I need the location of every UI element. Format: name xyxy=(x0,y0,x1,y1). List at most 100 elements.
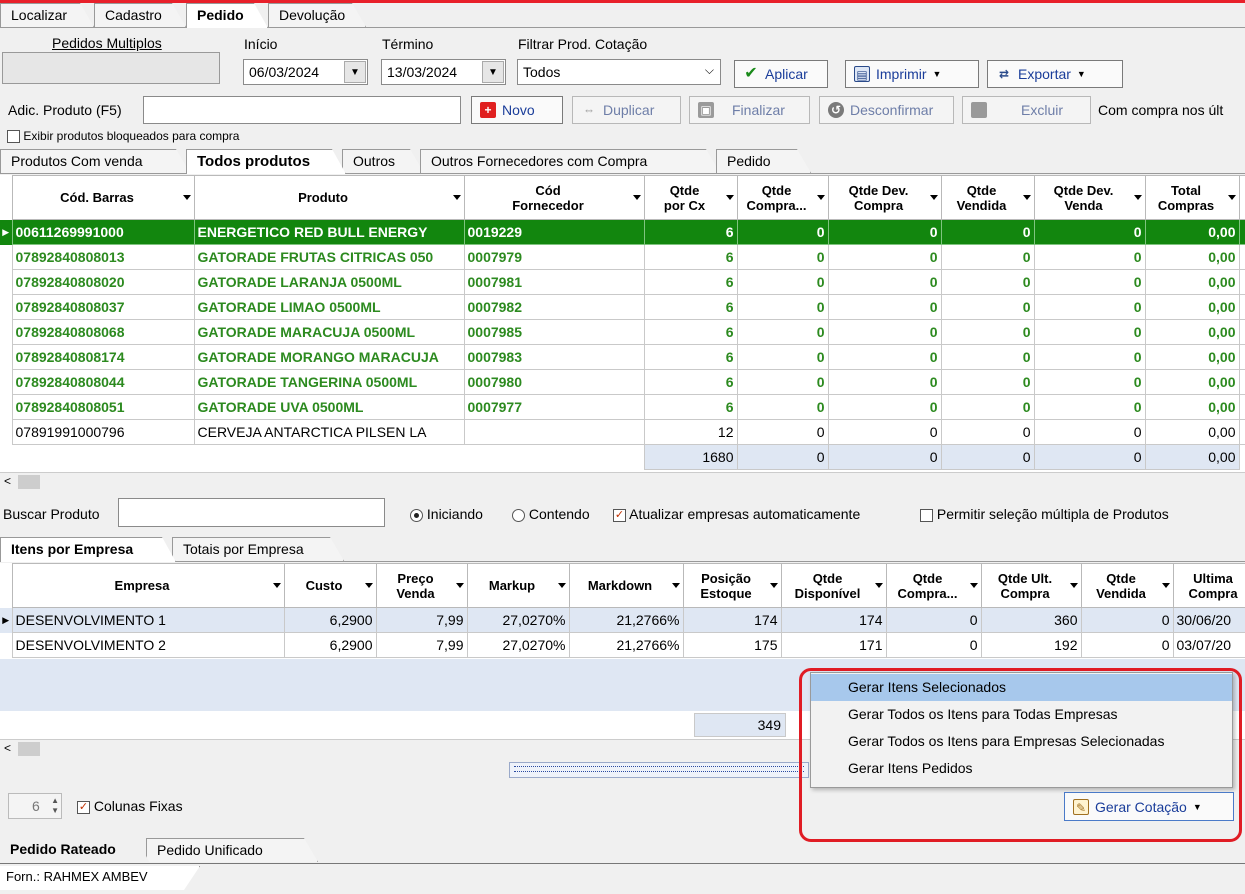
col-qtde-dev-venda[interactable]: Qtde Dev. Venda xyxy=(1033,175,1146,220)
col-qtde-compra[interactable]: Qtde Compra... xyxy=(736,175,829,220)
cell-qty-dev-sale[interactable]: 0 xyxy=(1033,369,1146,395)
cell-supplier-code[interactable]: 0007982 xyxy=(463,294,645,320)
col-produto[interactable]: Produto xyxy=(193,175,465,220)
cell-last-qty[interactable]: 360 xyxy=(980,607,1082,633)
table-row[interactable]: 07892840808068 GATORADE MARACUJA 0500ML 00… xyxy=(0,319,1245,345)
cell-last-buy[interactable]: 03/07/20 xyxy=(1172,632,1245,658)
sort-arrow-icon[interactable] xyxy=(452,194,461,200)
tab-pedido-rateado[interactable]: Pedido Rateado xyxy=(0,838,150,863)
tab-totais-por-empresa[interactable]: Totais por Empresa xyxy=(172,537,344,561)
sort-arrow-icon[interactable] xyxy=(272,582,281,588)
cell-qty-dev-sale[interactable]: 0 xyxy=(1033,219,1146,245)
scroll-left-icon[interactable]: < xyxy=(4,474,11,488)
cell-total[interactable]: 0,00 xyxy=(1144,219,1240,245)
sort-arrow-icon[interactable] xyxy=(364,582,373,588)
cell-price[interactable]: 7,99 xyxy=(375,632,468,658)
cell-qty-buy[interactable]: 0 xyxy=(736,394,829,420)
cell-qty-sold[interactable]: 0 xyxy=(940,269,1035,295)
cell-qty-sold[interactable]: 0 xyxy=(940,219,1035,245)
chevron-down-icon[interactable]: ▼ xyxy=(482,61,504,83)
cell-qty-sold[interactable]: 0 xyxy=(940,244,1035,270)
table-row[interactable]: DESENVOLVIMENTO 2 6,2900 7,99 27,0270% 21,27… xyxy=(0,632,1245,658)
cell-qty-dev-buy[interactable]: 0 xyxy=(827,369,942,395)
col-qtde-disponivel[interactable]: Qtde Disponível xyxy=(780,563,887,608)
cell-qty-buy[interactable]: 0 xyxy=(736,244,829,270)
col-markup[interactable]: Markup xyxy=(466,563,570,608)
cell-qty-dev-buy[interactable]: 0 xyxy=(827,294,942,320)
tab-outros[interactable]: Outros xyxy=(342,149,424,173)
cell-supplier-code[interactable]: 0007981 xyxy=(463,269,645,295)
cell-supplier-code[interactable]: 0007983 xyxy=(463,344,645,370)
contendo-radio[interactable] xyxy=(512,508,525,522)
cell-barcode[interactable]: 07892840808044 xyxy=(11,369,195,395)
cell-stock[interactable]: 174 xyxy=(682,607,782,633)
table-row[interactable]: 07892840808044 GATORADE TANGERINA 0500ML 0… xyxy=(0,369,1245,395)
colunas-fixas-option[interactable]: ✓ Colunas Fixas xyxy=(77,798,183,814)
scroll-thumb[interactable] xyxy=(18,475,40,489)
colunas-fixas-checkbox[interactable]: ✓ xyxy=(77,800,90,814)
table-row[interactable]: 07892840808020 GATORADE LARANJA 0500ML 000… xyxy=(0,269,1245,295)
cell-total[interactable]: 0,00 xyxy=(1144,244,1240,270)
cell-qty-dev-sale[interactable]: 0 xyxy=(1033,344,1146,370)
cell-supplier-code[interactable]: 0007979 xyxy=(463,244,645,270)
sort-arrow-icon[interactable] xyxy=(182,194,191,200)
cell-markdown[interactable]: 21,2766% xyxy=(568,632,684,658)
cell-qty-box[interactable]: 6 xyxy=(643,294,738,320)
col-empresa[interactable]: Empresa xyxy=(11,563,285,608)
permitir-checkbox[interactable] xyxy=(920,508,933,522)
cell-cost[interactable]: 6,2900 xyxy=(283,607,377,633)
cell-qty-dev-buy[interactable]: 0 xyxy=(827,269,942,295)
col-cod-fornecedor[interactable]: Cód Fornecedor xyxy=(463,175,645,220)
cell-qty-dev-buy[interactable]: 0 xyxy=(827,244,942,270)
cell-total[interactable]: 0,00 xyxy=(1144,344,1240,370)
cell-supplier-code[interactable]: 0007977 xyxy=(463,394,645,420)
colunas-spin[interactable]: 6 ▲ ▼ xyxy=(8,793,62,819)
cell-product[interactable]: GATORADE LARANJA 0500ML xyxy=(193,269,465,295)
inicio-date-field[interactable]: 06/03/2024 ▼ xyxy=(243,59,368,85)
tab-devolucao[interactable]: Devolução xyxy=(268,3,366,27)
cell-product[interactable]: CERVEJA ANTARCTICA PILSEN LA xyxy=(193,419,465,445)
scroll-thumb[interactable] xyxy=(18,742,40,756)
cell-qty-buy[interactable]: 0 xyxy=(736,369,829,395)
cell-barcode[interactable]: 07891991000796 xyxy=(11,419,195,445)
desconfirmar-button[interactable]: ↺ Desconfirmar xyxy=(819,96,954,124)
aplicar-button[interactable]: ✔ Aplicar xyxy=(734,60,828,88)
cell-markup[interactable]: 27,0270% xyxy=(466,607,570,633)
contendo-option[interactable]: Contendo xyxy=(512,506,590,522)
cell-qty-dev-buy[interactable]: 0 xyxy=(827,219,942,245)
cell-barcode[interactable]: 07892840808068 xyxy=(11,319,195,345)
col-ultima-compra[interactable]: Ultima Compra xyxy=(1172,563,1245,608)
chevron-down-icon[interactable]: ▼ xyxy=(344,61,366,83)
tab-cadastro[interactable]: Cadastro xyxy=(94,3,186,27)
sort-arrow-icon[interactable] xyxy=(1161,582,1170,588)
col-qtde-vendida[interactable]: Qtde Vendida xyxy=(940,175,1035,220)
cell-product[interactable]: GATORADE UVA 0500ML xyxy=(193,394,465,420)
table-row[interactable]: ▶ DESENVOLVIMENTO 1 6,2900 7,99 27,0270% 21,2… xyxy=(0,607,1245,633)
spin-arrows-icon[interactable]: ▲ ▼ xyxy=(51,796,59,816)
cell-qty-dev-buy[interactable]: 0 xyxy=(827,344,942,370)
cell-qty-buy[interactable]: 0 xyxy=(736,419,829,445)
sort-arrow-icon[interactable] xyxy=(769,582,778,588)
cell-supplier-code[interactable]: 0007980 xyxy=(463,369,645,395)
cell-qty-sold[interactable]: 0 xyxy=(940,294,1035,320)
cell-product[interactable]: GATORADE MARACUJA 0500ML xyxy=(193,319,465,345)
cell-qty-box[interactable]: 6 xyxy=(643,269,738,295)
tab-itens-por-empresa[interactable]: Itens por Empresa xyxy=(0,537,176,562)
iniciando-option[interactable]: Iniciando xyxy=(410,506,483,522)
cell-total[interactable]: 0,00 xyxy=(1144,294,1240,320)
atualizar-checkbox[interactable]: ✓ xyxy=(613,508,626,522)
cell-qty-dev-buy[interactable]: 0 xyxy=(827,419,942,445)
cell-name[interactable]: DESENVOLVIMENTO 1 xyxy=(11,607,285,633)
scroll-left-icon[interactable]: < xyxy=(4,741,11,755)
menu-item-gerar-todas-empresas[interactable]: Gerar Todos os Itens para Todas Empresas xyxy=(811,701,1232,728)
sort-arrow-icon[interactable] xyxy=(969,582,978,588)
sort-arrow-icon[interactable] xyxy=(455,582,464,588)
col-qtde-vendida[interactable]: Qtde Vendida xyxy=(1080,563,1174,608)
cell-qty-dev-sale[interactable]: 0 xyxy=(1033,269,1146,295)
cell-price[interactable]: 7,99 xyxy=(375,607,468,633)
sort-arrow-icon[interactable] xyxy=(632,194,641,200)
cell-qty-sold[interactable]: 0 xyxy=(940,344,1035,370)
cell-total[interactable]: 0,00 xyxy=(1144,319,1240,345)
cell-name[interactable]: DESENVOLVIMENTO 2 xyxy=(11,632,285,658)
products-hscrollbar[interactable]: < xyxy=(0,472,1245,490)
